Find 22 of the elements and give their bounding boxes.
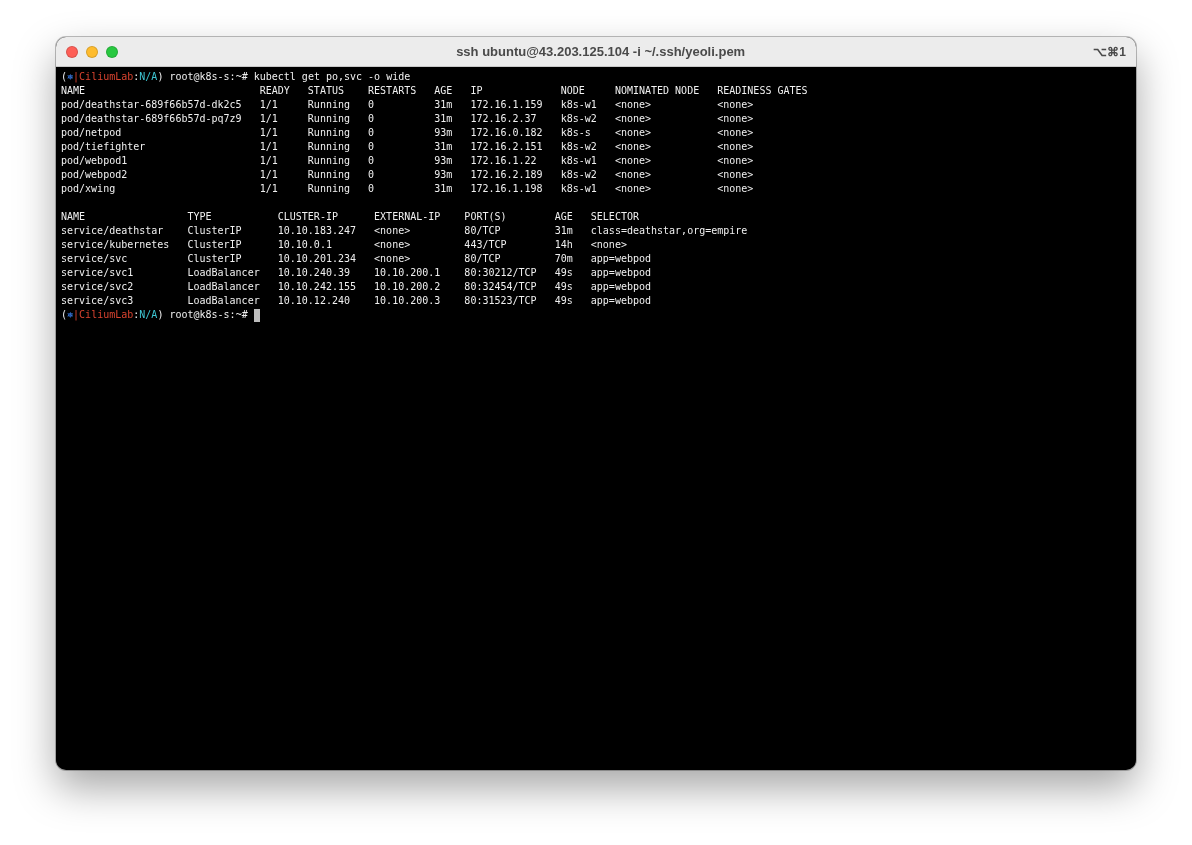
output-line: service/deathstar ClusterIP 10.10.183.247 <none> 80/TCP 31m class=deathstar,org=empire <box>61 224 748 238</box>
output-line: service/svc ClusterIP 10.10.201.234 <none> 80/TCP 70m app=webpod <box>61 252 651 266</box>
zoom-button[interactable] <box>106 45 118 58</box>
minimize-button[interactable] <box>86 45 98 58</box>
window-title: ssh ubuntu@43.203.125.104 -i ~/.ssh/yeoli.pem <box>455 44 747 59</box>
output-line: pod/webpod2 1/1 Running 0 93m 172.16.2.189 k8s-w2 <none> <none> <box>61 168 754 182</box>
output-line: pod/xwing 1/1 Running 0 31m 172.16.1.198 k8s-w1 <none> <none> <box>61 182 754 196</box>
output-line: pod/deathstar-689f66b57d-dk2c5 1/1 Running 0 31m 172.16.1.159 k8s-w1 <none> <none> <box>61 98 754 112</box>
output-line: service/svc1 LoadBalancer 10.10.240.39 10.10.200.1 80:30212/TCP 49s app=webpod <box>61 266 651 280</box>
output-line: pod/netpod 1/1 Running 0 93m 172.16.0.182 k8s-s <none> <none> <box>61 126 754 140</box>
prompt-line: (⎈|CiliumLab:N/A) root@k8s-s:~# kubectl get po,svc -o wide <box>61 70 411 84</box>
output-line: pod/tiefighter 1/1 Running 0 31m 172.16.2.151 k8s-w2 <none> <none> <box>61 140 754 154</box>
prompt-line: (⎈|CiliumLab:N/A) root@k8s-s:~# <box>61 308 248 322</box>
output-line: service/svc2 LoadBalancer 10.10.242.155 10.10.200.2 80:32454/TCP 49s app=webpod <box>61 280 651 294</box>
output-line: service/svc3 LoadBalancer 10.10.12.240 10.10.200.3 80:31523/TCP 49s app=webpod <box>61 294 651 308</box>
shortcut-label: ⌥⌘1 <box>1093 44 1126 59</box>
close-button[interactable] <box>66 45 78 58</box>
output-line: NAME TYPE CLUSTER-IP EXTERNAL-IP PORT(S) AGE SELECTOR <box>61 210 639 224</box>
output-line: NAME READY STATUS RESTARTS AGE IP NODE NOMINATED NODE READINESS GATES <box>61 84 808 98</box>
output-line: pod/deathstar-689f66b57d-pq7z9 1/1 Running 0 31m 172.16.2.37 k8s-w2 <none> <none> <box>61 112 754 126</box>
output-line: pod/webpod1 1/1 Running 0 93m 172.16.1.22 k8s-w1 <none> <none> <box>61 154 754 168</box>
output-line: service/kubernetes ClusterIP 10.10.0.1 <none> 443/TCP 14h <none> <box>61 238 627 252</box>
